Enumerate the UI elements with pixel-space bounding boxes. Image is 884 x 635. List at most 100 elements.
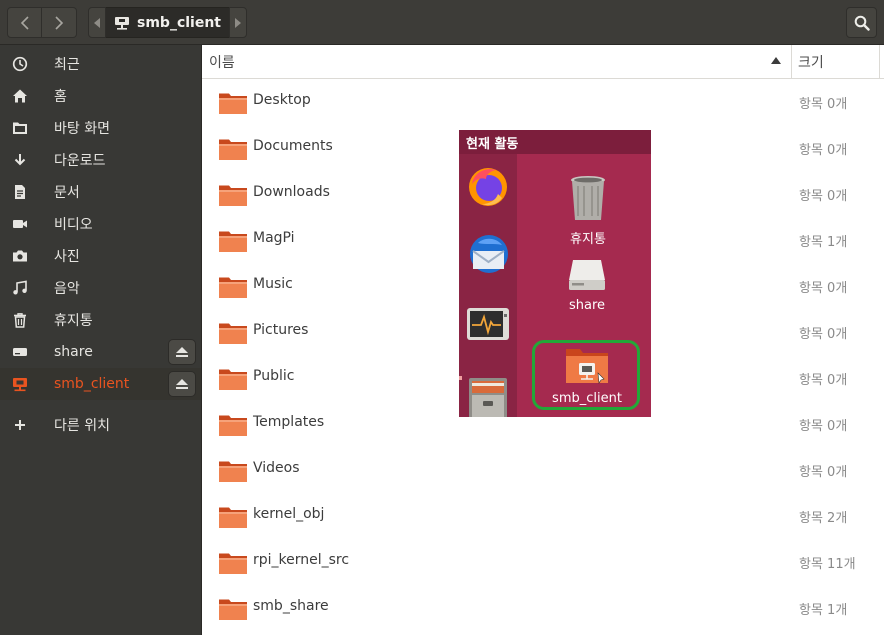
- column-header-name-label: 이름: [209, 54, 235, 71]
- music-icon: [0, 272, 40, 304]
- folder-icon: [218, 459, 248, 487]
- activities-overlay-screenshot: 현재 활동 휴지통 share smb_client: [459, 130, 651, 417]
- folder-icon: [218, 91, 248, 119]
- file-size: 항목 0개: [799, 189, 848, 204]
- file-name: rpi_kernel_src: [253, 552, 350, 568]
- sidebar-item-documents[interactable]: 문서: [0, 176, 201, 208]
- file-row[interactable]: rpi_kernel_src 항목 11개: [202, 539, 884, 585]
- file-name: Public: [253, 368, 295, 384]
- sidebar-item-label: smb_client: [54, 376, 130, 392]
- file-size: 항목 2개: [799, 511, 848, 526]
- eject-icon: [176, 379, 188, 389]
- header-bar: smb_client: [0, 0, 884, 45]
- file-size: 항목 1개: [799, 603, 848, 618]
- file-row[interactable]: smb_share 항목 1개: [202, 585, 884, 631]
- sidebar-item-desktop[interactable]: 바탕 화면: [0, 112, 201, 144]
- file-row[interactable]: Desktop 항목 0개: [202, 79, 884, 125]
- sidebar-item-share[interactable]: share: [0, 336, 201, 368]
- document-icon: [0, 176, 40, 208]
- eject-share-button[interactable]: [168, 339, 196, 365]
- file-name: MagPi: [253, 230, 295, 246]
- drive-icon: [0, 336, 40, 368]
- sidebar-item-downloads[interactable]: 다운로드: [0, 144, 201, 176]
- sidebar: 최근 홈 바탕 화면 다운로드 문서 비디오 사진 음악 휴지통 share s…: [0, 45, 202, 635]
- sidebar-item-music[interactable]: 음악: [0, 272, 201, 304]
- file-size: 항목 11개: [799, 557, 856, 572]
- sidebar-item-other-locations[interactable]: 다른 위치: [0, 409, 201, 441]
- download-icon: [0, 144, 40, 176]
- sidebar-item-label: 문서: [54, 185, 80, 201]
- file-size: 항목 0개: [799, 327, 848, 342]
- folder-icon: [218, 275, 248, 303]
- activities-title: 현재 활동: [459, 130, 651, 154]
- folder-icon: [218, 229, 248, 257]
- sidebar-item-label: share: [54, 344, 93, 360]
- folder-icon: [218, 551, 248, 579]
- sidebar-item-label: 사진: [54, 249, 80, 265]
- file-row[interactable]: kernel_obj 항목 2개: [202, 493, 884, 539]
- sidebar-item-trash[interactable]: 휴지통: [0, 304, 201, 336]
- home-icon: [0, 80, 40, 112]
- camera-icon: [0, 240, 40, 272]
- file-name: Videos: [253, 460, 300, 476]
- sidebar-item-label: 다른 위치: [54, 418, 110, 434]
- eject-smb-client-button[interactable]: [168, 371, 196, 397]
- desktop-folder-icon: [0, 112, 40, 144]
- folder-icon: [218, 321, 248, 349]
- firefox-icon[interactable]: [464, 162, 512, 210]
- desktop-icon-label: share: [568, 298, 606, 313]
- sidebar-item-videos[interactable]: 비디오: [0, 208, 201, 240]
- file-size: 항목 0개: [799, 97, 848, 112]
- sidebar-item-pictures[interactable]: 사진: [0, 240, 201, 272]
- sidebar-item-label: 바탕 화면: [54, 121, 110, 137]
- path-scroll-right-button[interactable]: [229, 7, 247, 38]
- network-folder-icon: [566, 349, 608, 384]
- triangle-left-icon: [94, 17, 100, 28]
- folder-icon: [218, 183, 248, 211]
- folder-icon: [218, 367, 248, 395]
- file-row[interactable]: Videos 항목 0개: [202, 447, 884, 493]
- clock-icon: [0, 48, 40, 80]
- file-size: 항목 0개: [799, 281, 848, 296]
- desktop-icon-label: 휴지통: [570, 232, 606, 247]
- path-crumb-current[interactable]: smb_client: [106, 7, 229, 38]
- eject-icon: [176, 347, 188, 357]
- sidebar-item-label: 최근: [54, 57, 80, 73]
- sidebar-item-label: 다운로드: [54, 153, 106, 169]
- thunderbird-icon[interactable]: [464, 231, 512, 279]
- sidebar-item-recent[interactable]: 최근: [0, 48, 201, 80]
- trash-icon: [0, 304, 40, 336]
- sidebar-item-smb-client[interactable]: smb_client: [0, 368, 201, 400]
- plus-icon: [0, 409, 40, 441]
- file-size: 항목 0개: [799, 143, 848, 158]
- file-name: Templates: [253, 414, 325, 430]
- system-monitor-icon[interactable]: [464, 300, 512, 348]
- search-icon: [854, 15, 870, 31]
- file-cabinet-icon[interactable]: [464, 374, 512, 417]
- drive-icon: [569, 260, 605, 290]
- desktop-icon-share[interactable]: share: [548, 258, 626, 313]
- forward-button[interactable]: [42, 7, 77, 38]
- video-icon: [0, 208, 40, 240]
- file-name: Documents: [253, 138, 333, 154]
- folder-icon: [218, 137, 248, 165]
- chevron-right-icon: [55, 15, 64, 30]
- folder-icon: [218, 597, 248, 625]
- file-name: Desktop: [253, 92, 311, 108]
- search-button[interactable]: [846, 7, 877, 38]
- network-folder-icon: [0, 368, 40, 400]
- trash-icon: [571, 176, 605, 220]
- path-scroll-left-button[interactable]: [88, 7, 106, 38]
- desktop-icon-smb-client[interactable]: smb_client: [548, 345, 626, 406]
- network-folder-icon: [115, 16, 129, 30]
- column-header-size-label: 크기: [798, 54, 824, 71]
- file-name: Downloads: [253, 184, 330, 200]
- file-size: 항목 0개: [799, 419, 848, 434]
- file-name: kernel_obj: [253, 506, 325, 522]
- back-button[interactable]: [7, 7, 42, 38]
- column-header-size[interactable]: 크기: [792, 45, 880, 78]
- sidebar-item-label: 홈: [54, 89, 67, 105]
- desktop-icon-trash[interactable]: 휴지통: [549, 174, 627, 247]
- sidebar-item-home[interactable]: 홈: [0, 80, 201, 112]
- column-header-name[interactable]: 이름: [202, 45, 792, 78]
